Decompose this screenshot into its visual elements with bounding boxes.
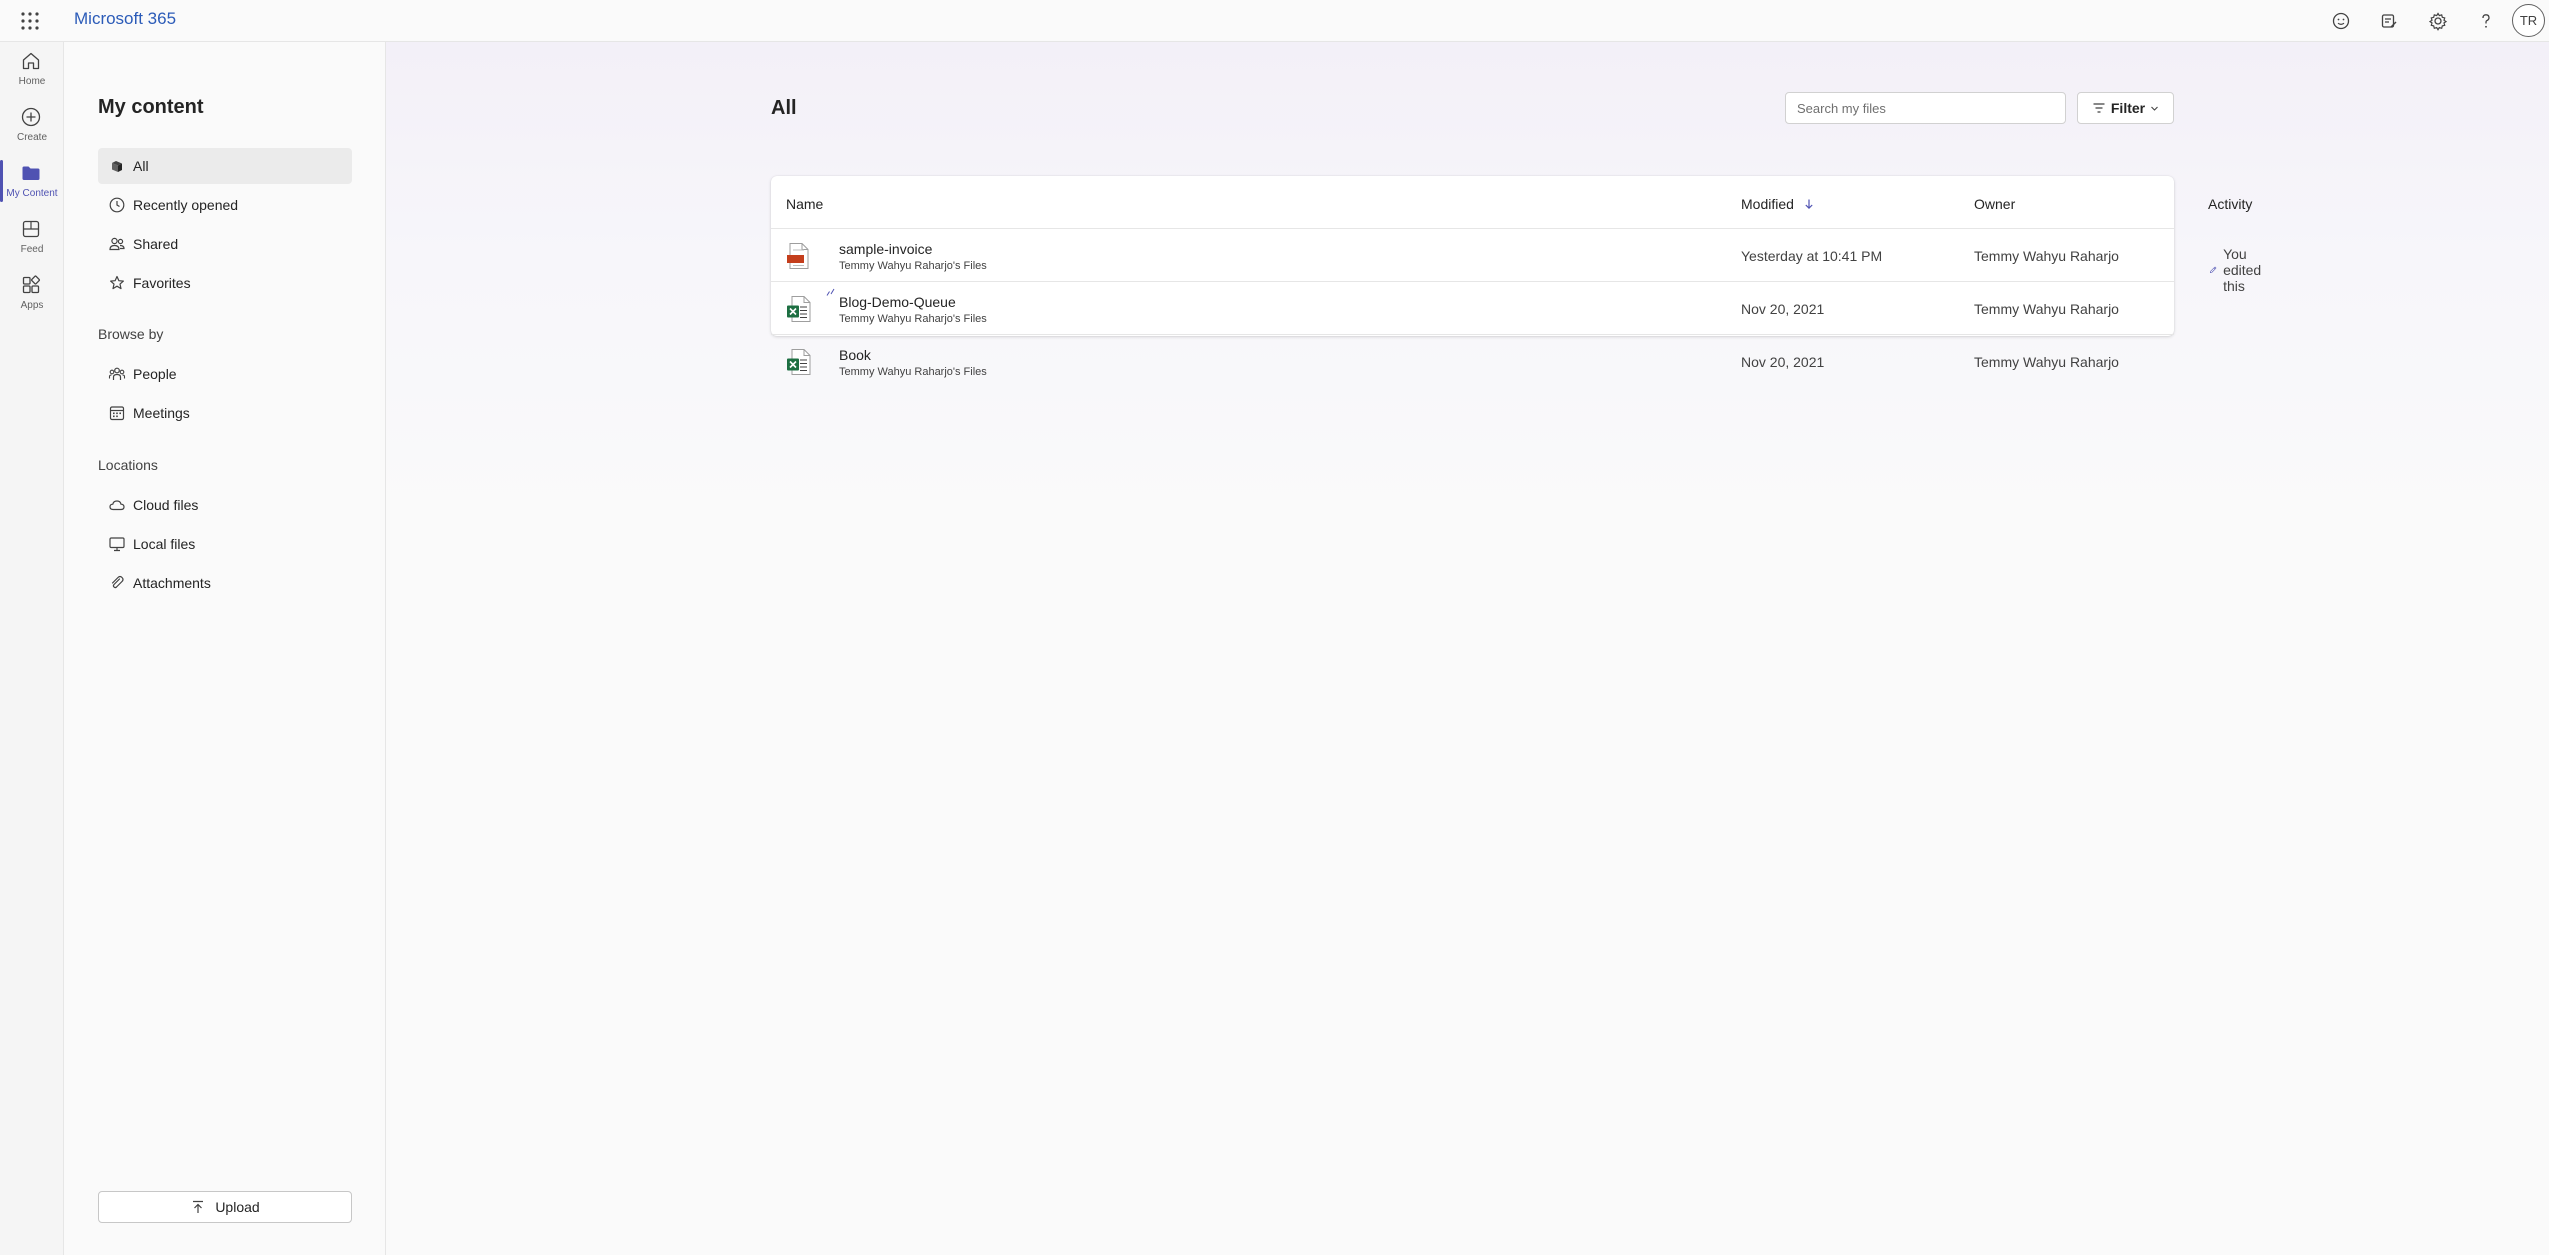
rail-item-home[interactable]: Home [0,42,64,98]
pencil-icon [2209,266,2217,274]
table-row[interactable]: sample-invoice Temmy Wahyu Raharjo's Fil… [771,228,2261,294]
file-owner: Temmy Wahyu Raharjo [1974,301,2119,317]
cloud-icon [109,500,125,511]
file-name[interactable]: Blog-Demo-Queue [839,294,956,310]
column-header-activity[interactable]: Activity [2208,196,2252,212]
main-content: All Filter Name Modified Owner Activity [386,42,2549,1255]
nav-label: Attachments [133,575,211,591]
table-row[interactable]: Blog-Demo-Queue Temmy Wahyu Raharjo's Fi… [771,281,2174,334]
nav-item-shared[interactable]: Shared [98,226,352,262]
nav-label: Local files [133,536,196,552]
page-title: All [771,97,797,119]
whats-new-icon[interactable] [2378,10,2400,32]
upload-icon [193,1200,204,1213]
top-bar: Microsoft 365 TR [0,0,2549,42]
files-table: Name Modified Owner Activity sample-invo… [771,176,2261,378]
file-name[interactable]: sample-invoice [839,241,932,257]
filter-icon [2093,103,2105,113]
table-row[interactable]: Book Temmy Wahyu Raharjo's Files Nov 20,… [771,334,2174,386]
home-icon [22,52,40,70]
my-content-panel: My content All Recently opened Shared Fa… [64,42,386,1255]
column-header-modified-label: Modified [1741,196,1794,212]
rail-item-apps[interactable]: Apps [0,266,64,322]
column-header-owner[interactable]: Owner [1974,196,2015,212]
nav-label: Favorites [133,275,191,291]
nav-item-meetings[interactable]: Meetings [98,395,352,431]
rail-item-my-content[interactable]: My Content [0,154,64,210]
nav-item-all[interactable]: All [98,148,352,184]
excel-file-icon [787,296,811,322]
nav-item-local-files[interactable]: Local files [98,526,352,562]
column-header-modified[interactable]: Modified [1741,196,1815,212]
nav-label: Shared [133,236,179,252]
nav-item-cloud-files[interactable]: Cloud files [98,487,352,523]
chevron-down-icon [2151,106,2158,111]
calendar-icon [109,406,125,421]
table-header: Name Modified Owner Activity [771,176,2252,228]
feed-icon [22,220,40,238]
file-location: Temmy Wahyu Raharjo's Files [839,260,987,272]
upload-label: Upload [215,1199,260,1215]
filter-button[interactable]: Filter [2077,92,2174,124]
file-owner: Temmy Wahyu Raharjo [1974,248,2119,264]
create-icon [21,107,41,127]
locations-heading: Locations [98,457,158,473]
rail-label: My Content [6,188,58,199]
file-location: Temmy Wahyu Raharjo's Files [839,366,987,378]
nav-label: Meetings [133,405,190,421]
pdf-file-icon [787,243,809,269]
file-modified: Nov 20, 2021 [1741,354,1825,370]
nav-label: Recently opened [133,197,239,213]
people-group-icon [108,367,126,380]
nav-item-people[interactable]: People [98,356,352,392]
activity-text: You edited this [2223,246,2262,294]
sort-down-icon [1805,199,1813,210]
settings-icon[interactable] [2427,10,2449,32]
nav-item-favorites[interactable]: Favorites [98,265,352,301]
excel-file-icon [787,349,811,375]
all-icon [112,161,122,172]
nav-label: People [133,366,177,382]
help-icon[interactable] [2475,10,2497,32]
app-rail: Home Create My Content Feed Apps [0,42,64,1255]
rail-label: Home [18,76,46,87]
file-modified: Nov 20, 2021 [1741,301,1825,317]
feedback-icon[interactable] [2330,10,2352,32]
nav-label: Cloud files [133,497,199,513]
avatar[interactable]: TR [2512,4,2545,37]
attach-icon [111,575,124,589]
star-icon [110,275,124,290]
column-header-name[interactable]: Name [786,196,823,212]
waffle-icon[interactable] [20,11,40,31]
brand-title[interactable]: Microsoft 365 [74,9,176,29]
panel-title: My content [98,96,204,118]
nav-item-attachments[interactable]: Attachments [98,565,352,601]
file-modified: Yesterday at 10:41 PM [1741,248,1883,264]
search-input[interactable] [1785,92,2066,124]
filter-label: Filter [2110,100,2146,116]
rail-label: Feed [20,244,44,255]
upload-button[interactable]: Upload [98,1191,352,1223]
clock-icon [109,197,125,213]
rail-label: Create [16,132,47,143]
rail-item-create[interactable]: Create [0,98,64,154]
folder-icon [22,166,40,180]
apps-icon [22,275,40,294]
browse-by-heading: Browse by [98,326,164,342]
file-name[interactable]: Book [839,347,871,363]
monitor-icon [109,537,125,552]
new-sparkle-icon [826,288,835,296]
nav-item-recently-opened[interactable]: Recently opened [98,187,352,223]
file-activity: You edited this [2209,246,2269,294]
nav-label: All [133,158,149,174]
file-owner: Temmy Wahyu Raharjo [1974,354,2119,370]
rail-label: Apps [20,300,44,311]
people-icon [109,237,125,251]
rail-item-feed[interactable]: Feed [0,210,64,266]
file-location: Temmy Wahyu Raharjo's Files [839,313,987,325]
